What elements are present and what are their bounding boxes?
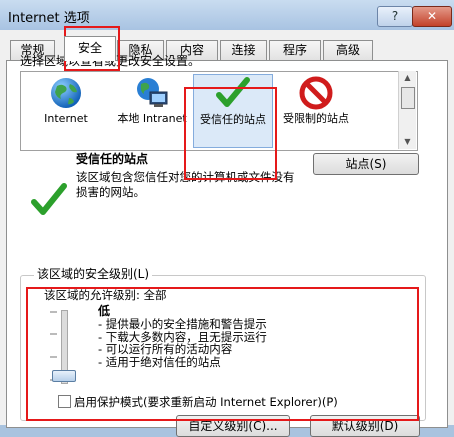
zone-internet[interactable]: Internet [27, 74, 105, 146]
scroll-down-icon[interactable]: ▼ [399, 135, 416, 149]
zone-local-intranet[interactable]: 本地 Intranet [113, 74, 191, 146]
scroll-up-icon[interactable]: ▲ [399, 71, 416, 85]
scroll-thumb[interactable] [401, 87, 415, 109]
highlight-trusted-zone [184, 87, 277, 180]
zone-internet-label: Internet [44, 112, 88, 125]
zone-restricted-sites-label: 受限制的站点 [283, 112, 349, 125]
tab-security[interactable]: 安全 [64, 36, 116, 61]
trusted-zone-title: 受信任的站点 [76, 152, 149, 166]
tab-programs[interactable]: 程序 [269, 40, 321, 60]
tab-strip: 常规 安全 隐私 内容 连接 程序 高级 [6, 36, 446, 61]
window-title: Internet 选项 [8, 11, 90, 26]
security-level-group-label: 该区域的安全级别(L) [34, 265, 153, 282]
close-button[interactable]: ✕ [412, 6, 452, 27]
internet-options-window: Internet 选项 ? ✕ 常规 安全 隐私 内容 连接 程序 高级 选择区… [0, 0, 454, 437]
trusted-check-icon [31, 183, 67, 215]
highlight-security-level [26, 287, 419, 421]
globe-icon [51, 78, 81, 108]
no-entry-icon [299, 76, 333, 110]
sites-button[interactable]: 站点(S) [313, 153, 419, 175]
intranet-icon [137, 78, 168, 107]
zone-restricted-sites[interactable]: 受限制的站点 [277, 74, 355, 146]
zone-list-scrollbar[interactable]: ▲ ▼ [398, 71, 416, 149]
zone-local-intranet-label: 本地 Intranet [117, 112, 187, 125]
tab-advanced[interactable]: 高级 [323, 40, 373, 60]
tab-connections[interactable]: 连接 [220, 40, 267, 60]
help-button[interactable]: ? [377, 6, 413, 27]
